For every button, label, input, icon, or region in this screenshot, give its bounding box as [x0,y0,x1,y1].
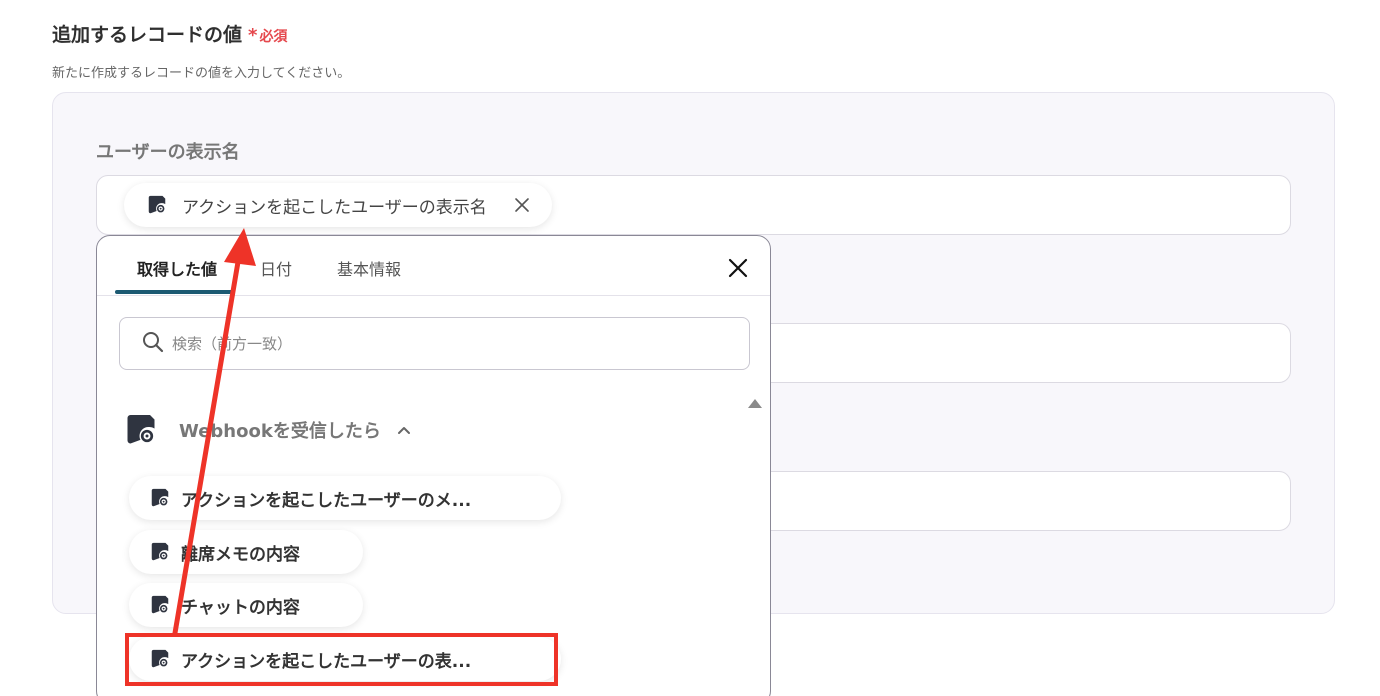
selected-value-label: アクションを起こしたユーザーの表示名 [182,197,487,218]
list-item-label: アクションを起こしたユーザーの表... [181,651,472,672]
picker-tabs: 取得した値 日付 基本情報 [97,236,770,296]
tab-date[interactable]: 日付 [260,256,292,280]
webhook-group-icon [123,412,159,448]
list-item-label: チャットの内容 [181,597,300,618]
webhook-icon [149,487,171,509]
webhook-icon [146,194,168,216]
list-item-label: アクションを起こしたユーザーのメ... [181,490,472,511]
search-box[interactable] [119,317,750,370]
tab-acquired-values[interactable]: 取得した値 [137,256,217,280]
required-label: 必須 [259,29,288,45]
value-picker-popup: 取得した値 日付 基本情報 Webhookを受信したら アク [96,235,771,696]
list-item-chat-content[interactable]: チャットの内容 [129,583,363,627]
section-description: 新たに作成するレコードの値を入力してください。 [52,66,351,81]
active-tab-indicator [115,290,235,294]
group-webhook-received[interactable]: Webhookを受信したら [123,412,413,448]
required-star: * [248,25,258,46]
remove-chip-icon[interactable] [510,193,534,217]
webhook-icon [149,648,171,670]
list-item-user-display-name[interactable]: アクションを起こしたユーザーの表... [129,637,561,681]
group-label: Webhookを受信したら [179,421,381,442]
list-item-away-memo[interactable]: 離席メモの内容 [129,530,363,574]
section-title: 追加するレコードの値 * 必須 [52,20,287,47]
selected-value-chip[interactable]: アクションを起こしたユーザーの表示名 [124,183,552,227]
close-icon[interactable] [724,254,752,282]
list-item-label: 離席メモの内容 [181,544,300,565]
webhook-icon [149,541,171,563]
chevron-up-icon[interactable] [395,421,413,439]
search-input[interactable] [172,334,732,353]
search-icon [142,331,164,357]
section-title-text: 追加するレコードの値 [52,24,243,46]
webhook-icon [149,594,171,616]
scroll-up-icon[interactable] [748,399,762,408]
field-label-display-name: ユーザーの表示名 [96,142,240,163]
tab-basic-info[interactable]: 基本情報 [337,256,401,280]
list-item-user-email[interactable]: アクションを起こしたユーザーのメ... [129,476,561,520]
